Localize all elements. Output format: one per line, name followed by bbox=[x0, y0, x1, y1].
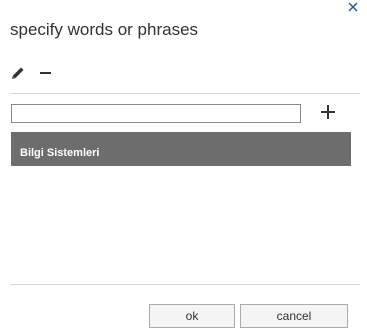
divider bbox=[10, 93, 360, 94]
plus-icon[interactable] bbox=[320, 104, 336, 120]
toolbar bbox=[10, 64, 66, 82]
minus-icon[interactable] bbox=[38, 65, 54, 81]
ok-button[interactable]: ok bbox=[149, 304, 235, 328]
divider bbox=[10, 284, 360, 285]
specify-words-dialog: specify words or phrases Bilgi Sistemler… bbox=[0, 0, 367, 334]
cancel-button[interactable]: cancel bbox=[240, 304, 348, 328]
list-item[interactable]: Bilgi Sistemleri bbox=[11, 132, 351, 166]
pencil-icon[interactable] bbox=[10, 65, 26, 81]
phrase-list: Bilgi Sistemleri bbox=[11, 132, 351, 272]
phrase-input[interactable] bbox=[11, 104, 301, 123]
dialog-title: specify words or phrases bbox=[10, 20, 199, 39]
close-icon[interactable] bbox=[346, 0, 360, 14]
